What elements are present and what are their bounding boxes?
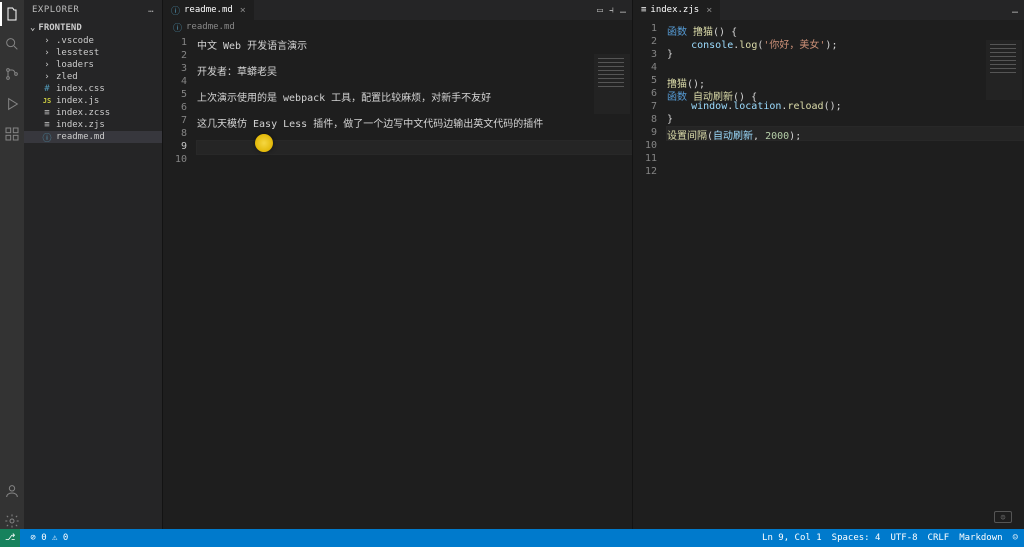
- code-line: 这几天模仿 Easy Less 插件，做了一个边写中文代码边输出英文代码的插件: [197, 115, 632, 128]
- sidebar-title: EXPLORER: [32, 5, 79, 15]
- activity-explorer-icon[interactable]: [4, 6, 20, 22]
- tab-label: index.zjs: [650, 5, 699, 15]
- chevron-right-icon: ›: [42, 60, 52, 70]
- chevron-down-icon: ⌄: [30, 23, 35, 33]
- code-line: 函数 撸猫() {: [667, 23, 1024, 36]
- code-right[interactable]: 函数 撸猫() { console.log('你好，美女'); } 撸猫(); …: [667, 20, 1024, 547]
- code-line: 上次演示使用的是 webpack 工具，配置比较麻烦，对新手不友好: [197, 89, 632, 102]
- tab-actions-right: …: [1012, 5, 1024, 16]
- minimap-right[interactable]: [986, 40, 1022, 100]
- close-icon[interactable]: ×: [706, 5, 712, 16]
- code-line: 函数 自动刷新() {: [667, 88, 1024, 101]
- status-bar: ⎇ ⊘ 0 ⚠ 0 Ln 9, Col 1 Spaces: 4 UTF-8 CR…: [0, 529, 1024, 547]
- file-icon: ≡: [641, 5, 646, 15]
- status-eol[interactable]: CRLF: [928, 533, 950, 543]
- tree-item-indexzjs[interactable]: ≡index.zjs: [24, 119, 162, 131]
- feedback-icon[interactable]: ☺: [994, 511, 1012, 523]
- status-feedback-icon[interactable]: ☺: [1013, 533, 1018, 543]
- editor-left: ⓘ readme.md × ▭ ⫞ … ⓘ readme.md 1 2 3: [162, 0, 632, 547]
- tree-item-readme[interactable]: ⓘreadme.md: [24, 131, 162, 143]
- chevron-right-icon: ›: [42, 72, 52, 82]
- sidebar-root-label: FRONTEND: [38, 23, 81, 33]
- code-line: console.log('你好，美女');: [667, 36, 1024, 49]
- chevron-right-icon: ›: [42, 48, 52, 58]
- tree-item-zled[interactable]: ›zled: [24, 71, 162, 83]
- breadcrumb-left[interactable]: ⓘ readme.md: [163, 20, 632, 34]
- code-line: [197, 154, 632, 167]
- activity-search-icon[interactable]: [4, 36, 20, 52]
- sidebar-more-icon[interactable]: …: [148, 5, 154, 15]
- tree-item-loaders[interactable]: ›loaders: [24, 59, 162, 71]
- editor-right: ≡ index.zjs × … 1 2 3 4 5 6 7 8: [632, 0, 1024, 547]
- code-line: 设置间隔(自动刷新, 2000);: [667, 127, 1024, 140]
- activity-debug-icon[interactable]: [4, 96, 20, 112]
- more-icon[interactable]: …: [620, 5, 626, 16]
- markdown-file-icon: ⓘ: [173, 21, 182, 34]
- editor-area: ⓘ readme.md × ▭ ⫞ … ⓘ readme.md 1 2 3: [162, 0, 1024, 547]
- code-line: window.location.reload();: [667, 101, 1024, 114]
- code-line: 撸猫();: [667, 75, 1024, 88]
- file-icon: ≡: [42, 120, 52, 130]
- js-file-icon: JS: [42, 97, 52, 105]
- markdown-file-icon: ⓘ: [42, 131, 52, 144]
- activity-settings-icon[interactable]: [4, 513, 20, 529]
- activity-ext-icon[interactable]: [4, 126, 20, 142]
- status-problems[interactable]: ⊘ 0 ⚠ 0: [30, 533, 68, 543]
- gutter-right: 1 2 3 4 5 6 7 8 9 10 11 12: [633, 20, 667, 547]
- cursor-highlight-icon: [255, 134, 273, 152]
- editor-body-left[interactable]: 1 2 3 4 5 6 7 8 9 10 中文 Web 开发语言演示 开发者：草…: [163, 34, 632, 547]
- editor-body-right[interactable]: 1 2 3 4 5 6 7 8 9 10 11 12 函数 撸猫() { con…: [633, 20, 1024, 547]
- split-preview-icon[interactable]: ▭: [597, 5, 603, 16]
- tab-actions-left: ▭ ⫞ …: [597, 5, 632, 16]
- sidebar: EXPLORER … ⌄ FRONTEND ›.vscode ›lesstest…: [24, 0, 162, 547]
- code-line: }: [667, 114, 1024, 127]
- tab-indexzjs[interactable]: ≡ index.zjs ×: [633, 0, 721, 20]
- sidebar-header: EXPLORER …: [24, 0, 162, 20]
- status-position[interactable]: Ln 9, Col 1: [762, 533, 822, 543]
- split-editor-icon[interactable]: ⫞: [609, 5, 614, 16]
- gutter-left: 1 2 3 4 5 6 7 8 9 10: [163, 34, 197, 547]
- tree-item-indexcss[interactable]: #index.css: [24, 83, 162, 95]
- code-line: 开发者：草蟒老吴: [197, 63, 632, 76]
- remote-indicator[interactable]: ⎇: [0, 529, 20, 547]
- code-line: [667, 153, 1024, 166]
- file-icon: ≡: [42, 108, 52, 118]
- tree-item-indexjs[interactable]: JSindex.js: [24, 95, 162, 107]
- close-icon[interactable]: ×: [240, 5, 246, 16]
- tree-item-indexzcss[interactable]: ≡index.zcss: [24, 107, 162, 119]
- status-indent[interactable]: Spaces: 4: [832, 533, 881, 543]
- tab-label: readme.md: [184, 5, 233, 15]
- breadcrumb-label: readme.md: [186, 22, 235, 32]
- css-file-icon: #: [42, 84, 52, 94]
- minimap-left[interactable]: [594, 54, 630, 114]
- more-icon[interactable]: …: [1012, 5, 1018, 16]
- file-tree: ›.vscode ›lesstest ›loaders ›zled #index…: [24, 35, 162, 143]
- chevron-right-icon: ›: [42, 36, 52, 46]
- activity-scm-icon[interactable]: [4, 66, 20, 82]
- sidebar-root[interactable]: ⌄ FRONTEND: [24, 20, 162, 35]
- tab-readme[interactable]: ⓘ readme.md ×: [163, 0, 255, 20]
- status-encoding[interactable]: UTF-8: [890, 533, 917, 543]
- tab-row-right: ≡ index.zjs × …: [633, 0, 1024, 20]
- code-line: [667, 62, 1024, 75]
- code-line: [667, 166, 1024, 179]
- tree-item-lesstest[interactable]: ›lesstest: [24, 47, 162, 59]
- activity-bar: [0, 0, 24, 547]
- code-line: 中文 Web 开发语言演示: [197, 37, 632, 50]
- markdown-file-icon: ⓘ: [171, 4, 180, 17]
- tab-row-left: ⓘ readme.md × ▭ ⫞ …: [163, 0, 632, 20]
- status-language[interactable]: Markdown: [959, 533, 1002, 543]
- activity-account-icon[interactable]: [4, 483, 20, 499]
- tree-item-vscode[interactable]: ›.vscode: [24, 35, 162, 47]
- code-left[interactable]: 中文 Web 开发语言演示 开发者：草蟒老吴 上次演示使用的是 webpack …: [197, 34, 632, 547]
